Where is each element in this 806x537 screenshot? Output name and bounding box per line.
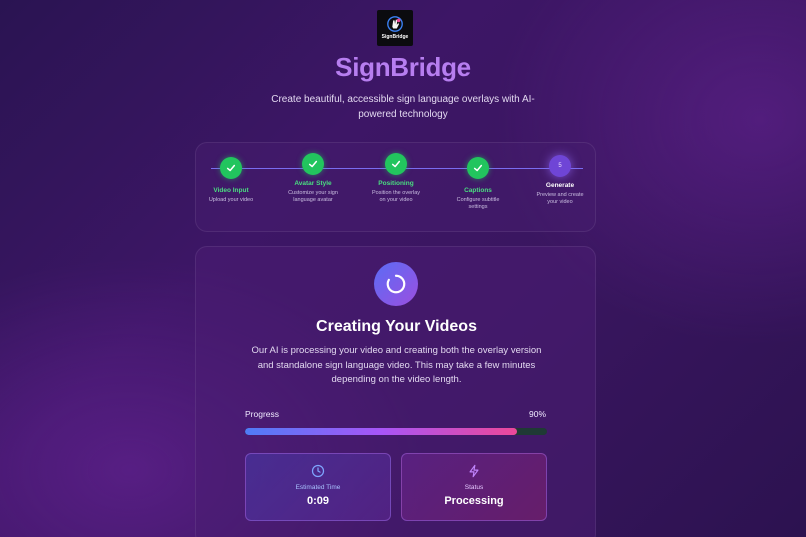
progress-label: Progress <box>245 409 280 419</box>
generation-title: Creating Your Videos <box>316 318 477 335</box>
step-captions[interactable]: Captions Configure subtitle settings <box>443 157 513 211</box>
step-avatar-style[interactable]: Avatar Style Customize your sign languag… <box>278 153 348 204</box>
progress-bar <box>245 428 547 435</box>
step-description: Preview and create your video <box>536 192 584 205</box>
loading-indicator <box>374 262 418 306</box>
status-card: Status Processing <box>401 453 547 521</box>
generation-card: Creating Your Videos Our AI is processin… <box>195 246 596 537</box>
check-icon <box>391 160 401 168</box>
step-description: Position the overlay on your video <box>372 190 420 203</box>
step-title: Captions <box>464 187 492 194</box>
check-icon <box>226 164 236 172</box>
hand-sign-icon <box>387 15 403 32</box>
step-positioning[interactable]: Positioning Position the overlay on your… <box>361 153 431 204</box>
step-number: 5 <box>558 163 562 169</box>
step-generate[interactable]: 5 Generate Preview and create your video <box>525 155 595 206</box>
progress-stepper: Video Input Upload your video Avatar Sty… <box>195 142 596 232</box>
check-icon <box>473 164 483 172</box>
step-title: Generate <box>545 182 575 189</box>
generation-description: Our AI is processing your video and crea… <box>251 345 542 385</box>
status-label: Status <box>464 484 484 491</box>
step-description: Configure subtitle settings <box>456 197 500 210</box>
step-complete-indicator <box>302 153 324 175</box>
lightning-icon <box>469 464 479 478</box>
spinner-icon <box>386 274 406 294</box>
step-complete-indicator <box>467 157 489 179</box>
estimated-time-label: Estimated Time <box>295 484 341 491</box>
step-description: Upload your video <box>208 197 254 203</box>
brand-tagline: Create beautiful, accessible sign langua… <box>271 94 535 120</box>
clock-icon <box>311 464 325 478</box>
brand-title: SignBridge <box>335 52 471 82</box>
progress-bar-fill <box>245 428 517 435</box>
logo-text: SignBridge <box>381 33 409 40</box>
estimated-time-card: Estimated Time 0:09 <box>245 453 391 521</box>
step-complete-indicator <box>220 157 242 179</box>
step-description: Customize your sign language avatar <box>288 190 338 203</box>
estimated-time-value: 0:09 <box>306 495 330 507</box>
step-video-input[interactable]: Video Input Upload your video <box>196 157 266 204</box>
status-value: Processing <box>444 495 504 507</box>
step-current-indicator: 5 <box>549 155 571 177</box>
step-title: Video Input <box>213 187 249 194</box>
step-title: Positioning <box>378 180 414 187</box>
app-logo: SignBridge <box>377 10 413 46</box>
step-complete-indicator <box>385 153 407 175</box>
check-icon <box>308 160 318 168</box>
progress-percent: 90% <box>528 409 546 419</box>
step-title: Avatar Style <box>294 180 332 187</box>
